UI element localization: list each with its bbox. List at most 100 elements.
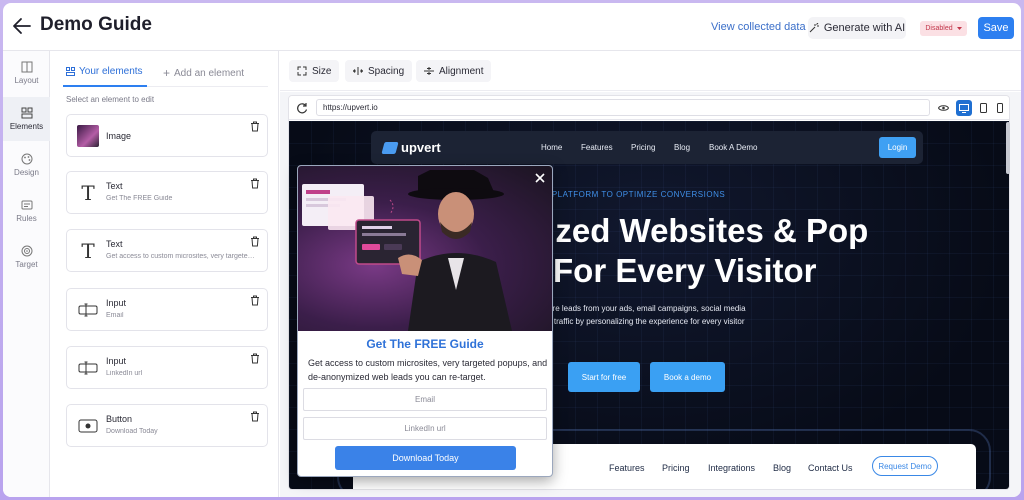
nav2-integrations[interactable]: Integrations	[708, 463, 755, 473]
left-rail: Layout Elements Design Rules Target	[3, 51, 50, 497]
email-field[interactable]: Email	[303, 388, 547, 411]
trash-icon[interactable]	[250, 178, 260, 189]
rail-item-elements[interactable]: Elements	[3, 97, 50, 141]
eye-icon	[937, 105, 949, 111]
element-card-text-body[interactable]: T Text Get access to custom microsites, …	[66, 229, 268, 272]
palette-icon	[21, 153, 32, 165]
elements-small-icon	[66, 67, 75, 76]
nav-features[interactable]: Features	[581, 143, 613, 152]
view-collected-data-link[interactable]: View collected data	[711, 21, 806, 33]
element-subtitle: Download Today	[106, 428, 158, 435]
reload-icon[interactable]	[295, 101, 309, 115]
browser-bar: https://upvert.io	[289, 96, 1009, 120]
spacing-label: Spacing	[368, 65, 405, 77]
nav-blog[interactable]: Blog	[674, 143, 690, 152]
upvert-logo-icon	[381, 141, 399, 154]
alignment-label: Alignment	[439, 65, 484, 77]
nav-book-demo[interactable]: Book A Demo	[709, 143, 757, 152]
element-card-text-title[interactable]: T Text Get The FREE Guide	[66, 171, 268, 214]
target-icon	[21, 245, 32, 257]
hero-tagline: NE PLATFORM TO OPTIMIZE CONVERSIONS	[537, 190, 726, 199]
hero-headline-line-2: For Every Visitor	[553, 252, 817, 289]
alignment-button[interactable]: Alignment	[416, 60, 492, 82]
mobile-view-button[interactable]	[992, 100, 1008, 116]
start-free-button[interactable]: Start for free	[568, 362, 640, 392]
status-dropdown[interactable]: Disabled	[920, 21, 967, 36]
desktop-icon	[959, 103, 969, 113]
rail-label-target: Target	[15, 260, 38, 269]
elements-panel: Your elements + Add an element Select an…	[51, 51, 279, 497]
popup-title: Get The FREE Guide	[366, 337, 484, 351]
hero-description-line-2: anic traffic by personalizing the experi…	[537, 317, 745, 326]
spacing-icon	[353, 67, 363, 75]
tablet-icon	[979, 103, 987, 113]
request-demo-button[interactable]: Request Demo	[872, 456, 938, 476]
status-label: Disabled	[925, 25, 953, 32]
nav2-features[interactable]: Features	[609, 463, 645, 473]
login-button[interactable]: Login	[879, 137, 916, 158]
trash-icon[interactable]	[250, 411, 260, 422]
element-type: Input	[106, 356, 127, 366]
rail-item-rules[interactable]: Rules	[3, 189, 50, 233]
size-label: Size	[312, 65, 332, 77]
tab-your-elements[interactable]: Your elements	[66, 66, 143, 77]
rail-label-elements: Elements	[9, 122, 44, 131]
site-navbar: upvert Home Features Pricing Blog Book A…	[371, 131, 923, 164]
nav2-pricing[interactable]: Pricing	[662, 463, 690, 473]
trash-icon[interactable]	[250, 353, 260, 364]
close-icon[interactable]	[534, 172, 546, 184]
active-tab-indicator	[63, 85, 147, 87]
rail-label-layout: Layout	[14, 76, 39, 85]
generate-with-ai-button[interactable]: Generate with AI	[808, 17, 906, 39]
element-type: Text	[106, 181, 123, 191]
back-arrow-icon[interactable]	[11, 15, 33, 37]
popup-body-text: Get access to custom microsites, very ta…	[308, 358, 548, 382]
tab-add-element[interactable]: + Add an element	[163, 66, 244, 80]
popup-hero-image	[298, 166, 552, 331]
download-today-button[interactable]: Download Today	[335, 446, 516, 470]
generate-label: Generate with AI	[823, 22, 906, 34]
nav-pricing[interactable]: Pricing	[631, 143, 655, 152]
element-type: Text	[106, 239, 123, 249]
spacing-button[interactable]: Spacing	[345, 60, 413, 82]
nav2-contact[interactable]: Contact Us	[808, 463, 853, 473]
mobile-icon	[997, 103, 1003, 113]
input-field-icon	[77, 357, 99, 379]
size-button[interactable]: Size	[289, 60, 340, 82]
rail-label-rules: Rules	[16, 214, 37, 223]
plus-icon: +	[163, 66, 171, 80]
linkedin-url-field[interactable]: LinkedIn url	[303, 417, 547, 440]
desktop-view-button[interactable]	[956, 100, 972, 116]
rail-label-design: Design	[14, 168, 39, 177]
nav2-blog[interactable]: Blog	[773, 463, 791, 473]
tab-your-elements-label: Your elements	[79, 66, 143, 77]
rail-item-target[interactable]: Target	[3, 235, 50, 279]
preview-eye-button[interactable]	[935, 100, 951, 116]
trash-icon[interactable]	[250, 236, 260, 247]
element-card-image[interactable]: Image	[66, 114, 268, 157]
nav-home[interactable]: Home	[541, 143, 562, 152]
element-card-input-linkedin[interactable]: Input LinkedIn url	[66, 346, 268, 389]
trash-icon[interactable]	[250, 295, 260, 306]
elements-icon	[21, 107, 32, 119]
hero-headline-line-1: lized Websites & Pop	[537, 212, 869, 249]
book-demo-button[interactable]: Book a demo	[650, 362, 725, 392]
element-type: Image	[106, 131, 132, 141]
preview-scrollbar[interactable]	[1006, 122, 1010, 174]
save-button[interactable]: Save	[978, 17, 1014, 39]
page-title: Demo Guide	[40, 14, 152, 35]
element-subtitle: LinkedIn url	[106, 370, 143, 377]
popup-preview[interactable]: Get The FREE Guide Get access to custom …	[297, 165, 553, 477]
rail-item-layout[interactable]: Layout	[3, 51, 50, 95]
trash-icon[interactable]	[250, 121, 260, 132]
element-type: Button	[106, 414, 133, 424]
magic-wand-icon	[809, 23, 819, 33]
tablet-view-button[interactable]	[975, 100, 991, 116]
rail-item-design[interactable]: Design	[3, 143, 50, 187]
url-bar[interactable]: https://upvert.io	[316, 99, 930, 116]
element-card-button[interactable]: Button Download Today	[66, 404, 268, 447]
hero-description-line-1: t more leads from your ads, email campai…	[537, 304, 746, 313]
image-thumbnail	[77, 125, 99, 147]
site-logo[interactable]: upvert	[381, 140, 441, 155]
element-card-input-email[interactable]: Input Email	[66, 288, 268, 331]
